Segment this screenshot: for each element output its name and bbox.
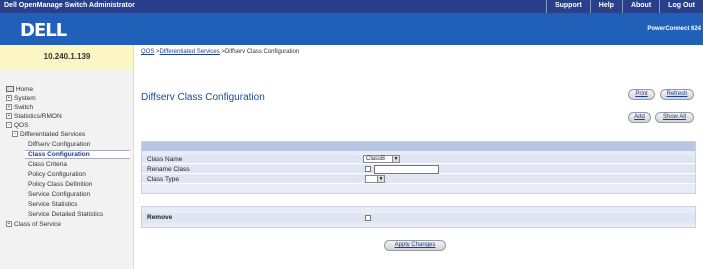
sidebar-item-label: Policy Configuration [28,171,86,178]
collapse-icon[interactable]: - [12,131,18,138]
rename-class-input[interactable] [374,165,439,174]
sidebar-item-diffserv-configuration[interactable]: Diffserv Configuration [28,141,90,148]
sidebar-item-policy-class-definition[interactable]: Policy Class Definition [28,181,92,188]
sidebar-item-service-statistics[interactable]: Service Statistics [28,201,78,208]
class-type-label: Class Type [147,176,180,183]
breadcrumb: QOS >Differentiated Services >Diffserv C… [141,49,299,55]
help-link[interactable]: Help [589,0,622,13]
chevron-down-icon: ▼ [392,156,399,162]
sidebar-item-label: Home [15,86,34,93]
sidebar-item-label: Differentiated Services [20,131,86,138]
class-name-row: Class Name ClassB ▼ [142,155,695,164]
rename-class-label: Rename Class [147,166,190,173]
class-form-panel: Class Name ClassB ▼ Rename Class Class T… [141,141,696,194]
breadcrumb-qos-link[interactable]: QOS [141,49,154,55]
remove-checkbox[interactable] [365,215,371,221]
sidebar-item-statistics-rmon[interactable]: + Statistics/RMON [6,113,62,120]
sidebar-item-label: Class of Service [14,221,61,228]
page-title: Diffserv Class Configuration [141,92,265,103]
class-name-select[interactable]: ClassB ▼ [363,155,400,163]
sidebar-item-home[interactable]: Home [6,86,33,93]
sidebar-item-label: Service Statistics [28,201,78,208]
sidebar-item-label: Service Configuration [28,191,91,198]
about-link[interactable]: About [621,0,659,13]
breadcrumb-diffserv-link[interactable]: Differentiated Services [160,49,220,55]
sidebar-item-label: Switch [14,104,34,111]
sidebar-item-label: Class Configuration [28,151,90,158]
model-name: PowerConnect 624 [647,26,701,32]
add-button[interactable]: Add [628,112,651,123]
banner: DELL PowerConnect 624 [0,13,703,45]
remove-row: Remove [142,213,695,223]
sidebar-item-system[interactable]: + System [6,95,36,102]
sidebar-item-service-configuration[interactable]: Service Configuration [28,191,90,198]
expand-icon[interactable]: + [6,221,12,228]
show-all-button[interactable]: Show All [655,112,694,123]
home-icon [6,86,14,93]
remove-panel: Remove [141,206,696,228]
sidebar-item-policy-configuration[interactable]: Policy Configuration [28,171,86,178]
sidebar-item-label: Statistics/RMON [14,113,62,120]
sidebar-item-class-of-service[interactable]: + Class of Service [6,221,61,228]
sidebar-item-differentiated-services[interactable]: - Differentiated Services [12,131,85,138]
rename-class-row: Rename Class [142,165,695,174]
sidebar-item-class-configuration[interactable]: Class Configuration [25,150,130,159]
class-name-value: ClassB [366,156,386,162]
expand-icon[interactable]: + [6,104,12,111]
sidebar-item-class-criteria[interactable]: Class Criteria [28,161,67,168]
sidebar-item-label: Policy Class Definition [28,181,93,188]
rename-class-checkbox[interactable] [365,166,371,172]
dell-logo: DELL [20,20,67,41]
sidebar-item-label: QOS [14,122,29,129]
sidebar-item-qos[interactable]: - QOS [6,122,28,129]
sidebar-item-label: System [14,95,36,102]
sidebar-item-label: Diffserv Configuration [28,141,91,148]
breadcrumb-current: Diffserv Class Configuration [224,49,300,55]
sidebar: Home + System + Switch + Statistics/RMON -Q… [0,70,134,269]
ip-address-box: 10.240.1.139 [0,45,134,70]
expand-icon[interactable]: + [6,95,12,102]
chevron-down-icon: ▼ [377,176,384,182]
sidebar-item-label: Service Detailed Statistics [28,211,104,218]
class-name-label: Class Name [147,156,183,163]
refresh-button[interactable]: Refresh [660,89,694,100]
sidebar-item-service-detailed-statistics[interactable]: Service Detailed Statistics [28,211,103,218]
top-links: Support Help About Log Out [545,0,703,13]
apply-changes-button[interactable]: Apply Changes [384,240,446,251]
sidebar-item-label: Class Criteria [28,161,68,168]
app-title: Dell OpenManage Switch Administrator [4,2,135,9]
form-header-bar [142,142,695,151]
ip-address: 10.240.1.139 [43,52,91,61]
expand-icon[interactable]: + [6,113,12,120]
class-type-row: Class Type ▼ [142,175,695,184]
remove-label: Remove [147,214,173,221]
support-link[interactable]: Support [545,0,590,13]
sidebar-item-switch[interactable]: + Switch [6,104,33,111]
print-button[interactable]: Print [628,89,655,100]
collapse-icon[interactable]: - [6,122,12,129]
logout-link[interactable]: Log Out [659,0,703,13]
class-type-select[interactable]: ▼ [365,175,385,183]
top-bar: Dell OpenManage Switch Administrator Sup… [0,0,703,13]
